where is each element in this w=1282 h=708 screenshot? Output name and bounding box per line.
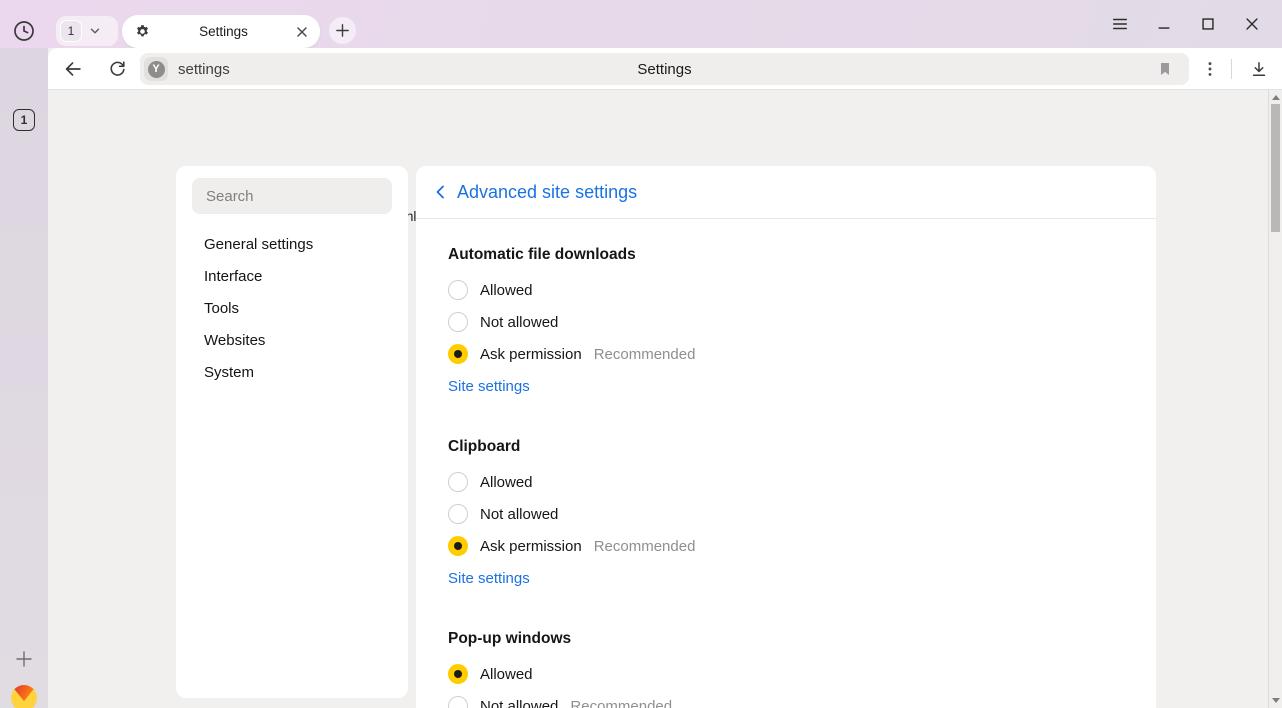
section-title: Clipboard: [448, 437, 1124, 456]
rail-add-button[interactable]: [0, 647, 48, 671]
tab-group-chip[interactable]: 1: [56, 16, 118, 46]
history-clock-button[interactable]: [12, 19, 36, 43]
section-automatic-file-downloads: Automatic file downloads Allowed Not allow…: [448, 245, 1124, 397]
radio-option-not-allowed[interactable]: Not allowed: [448, 498, 1124, 530]
maximize-button[interactable]: [1186, 0, 1230, 48]
radio-label: Not allowed: [480, 506, 558, 523]
recommended-note: Recommended: [594, 538, 696, 555]
browser-window: 1 Settings: [0, 0, 1282, 708]
radio-option-ask-permission[interactable]: Ask permission Recommended: [448, 530, 1124, 562]
search-input[interactable]: [192, 188, 392, 205]
site-settings-link[interactable]: Site settings: [448, 376, 1124, 397]
section-pop-up-windows: Pop-up windows Allowed Not allowed Recommen…: [448, 629, 1124, 708]
settings-sidebar: General settingsInterfaceToolsWebsitesSy…: [176, 166, 408, 698]
radio-selected-icon[interactable]: [448, 344, 468, 364]
window-controls: [1098, 0, 1274, 48]
radio-unselected-icon[interactable]: [448, 280, 468, 300]
scrollbar-thumb[interactable]: [1271, 104, 1280, 232]
tab-group-count: 1: [60, 20, 82, 42]
plus-icon: [335, 23, 350, 38]
radio-label: Not allowed: [480, 698, 558, 708]
back-button[interactable]: [57, 53, 89, 85]
yandex-mail-icon[interactable]: [11, 685, 37, 708]
radio-label: Not allowed: [480, 314, 558, 331]
toolbar-divider: [1231, 59, 1232, 79]
bookmark-button[interactable]: [1153, 57, 1177, 81]
kebab-icon: [1201, 60, 1219, 78]
plus-icon: [14, 649, 34, 669]
site-settings-link[interactable]: Site settings: [448, 568, 1124, 589]
url-smartbox[interactable]: Y settings Settings: [140, 53, 1189, 85]
recommended-note: Recommended: [594, 346, 696, 363]
tab-title: Settings: [151, 24, 296, 39]
sidebar-item-websites[interactable]: Websites: [176, 324, 408, 356]
radio-selected-icon[interactable]: [448, 536, 468, 556]
settings-main-card: Advanced site settings Automatic file do…: [416, 166, 1156, 708]
radio-label: Ask permission: [480, 538, 582, 555]
browser-tab-settings[interactable]: Settings: [122, 15, 320, 48]
scrollbar[interactable]: [1268, 90, 1282, 708]
radio-option-allowed[interactable]: Allowed: [448, 658, 1124, 690]
gear-icon: [134, 23, 151, 40]
minimize-icon: [1155, 15, 1173, 33]
main-header[interactable]: Advanced site settings: [416, 166, 1156, 219]
radio-option-allowed[interactable]: Allowed: [448, 274, 1124, 306]
radio-unselected-icon[interactable]: [448, 312, 468, 332]
downloads-button[interactable]: [1243, 53, 1275, 85]
close-window-button[interactable]: [1230, 0, 1274, 48]
radio-option-not-allowed[interactable]: Not allowed: [448, 306, 1124, 338]
bookmark-flag-icon: [1157, 61, 1173, 77]
radio-unselected-icon[interactable]: [448, 504, 468, 524]
radio-label: Allowed: [480, 474, 533, 491]
radio-option-allowed[interactable]: Allowed: [448, 466, 1124, 498]
sidebar-item-interface[interactable]: Interface: [176, 260, 408, 292]
section-title: Pop-up windows: [448, 629, 1124, 648]
close-icon: [1243, 15, 1261, 33]
left-rail: 1: [0, 48, 48, 708]
mail-flap: [11, 685, 37, 701]
radio-option-not-allowed[interactable]: Not allowed Recommended: [448, 690, 1124, 708]
addressbar: Y settings Settings: [48, 48, 1282, 90]
toolbar-more-button[interactable]: [1194, 53, 1226, 85]
maximize-icon: [1199, 15, 1217, 33]
reload-icon: [107, 59, 128, 80]
sidebar-item-tools[interactable]: Tools: [176, 292, 408, 324]
minimize-button[interactable]: [1142, 0, 1186, 48]
radio-unselected-icon[interactable]: [448, 696, 468, 708]
radio-option-ask-permission[interactable]: Ask permission Recommended: [448, 338, 1124, 370]
recommended-note: Recommended: [570, 698, 672, 708]
new-tab-button[interactable]: [329, 17, 356, 44]
search-box[interactable]: [192, 178, 392, 214]
back-chevron-icon[interactable]: [433, 184, 449, 200]
workspace-badge[interactable]: 1: [13, 109, 35, 131]
radio-label: Ask permission: [480, 346, 582, 363]
chevron-down-icon: [88, 24, 102, 38]
radio-label: Allowed: [480, 666, 533, 683]
download-icon: [1249, 59, 1269, 79]
hamburger-menu-icon: [1111, 15, 1129, 33]
section-title: Automatic file downloads: [448, 245, 1124, 264]
sidebar-menu: General settingsInterfaceToolsWebsitesSy…: [176, 228, 408, 388]
radio-unselected-icon[interactable]: [448, 472, 468, 492]
page-title: Settings: [140, 61, 1189, 78]
section-clipboard: Clipboard Allowed Not allowed Ask permissio…: [448, 437, 1124, 589]
reload-button[interactable]: [101, 53, 133, 85]
clock-icon: [12, 19, 36, 43]
page-content: BookmarksDownloadsHistoryExtensionsSetti…: [48, 90, 1268, 708]
radio-selected-icon[interactable]: [448, 664, 468, 684]
scroll-down-arrow-icon[interactable]: [1272, 698, 1280, 703]
tab-close-icon[interactable]: [296, 26, 308, 38]
sidebar-item-general-settings[interactable]: General settings: [176, 228, 408, 260]
radio-label: Allowed: [480, 282, 533, 299]
titlebar: 1 Settings: [0, 0, 1282, 48]
browser-menu-button[interactable]: [1098, 0, 1142, 48]
settings-sections: Automatic file downloads Allowed Not allow…: [416, 219, 1156, 708]
scroll-up-arrow-icon[interactable]: [1272, 95, 1280, 100]
main-title: Advanced site settings: [457, 182, 637, 203]
sidebar-item-system[interactable]: System: [176, 356, 408, 388]
arrow-left-icon: [62, 58, 84, 80]
